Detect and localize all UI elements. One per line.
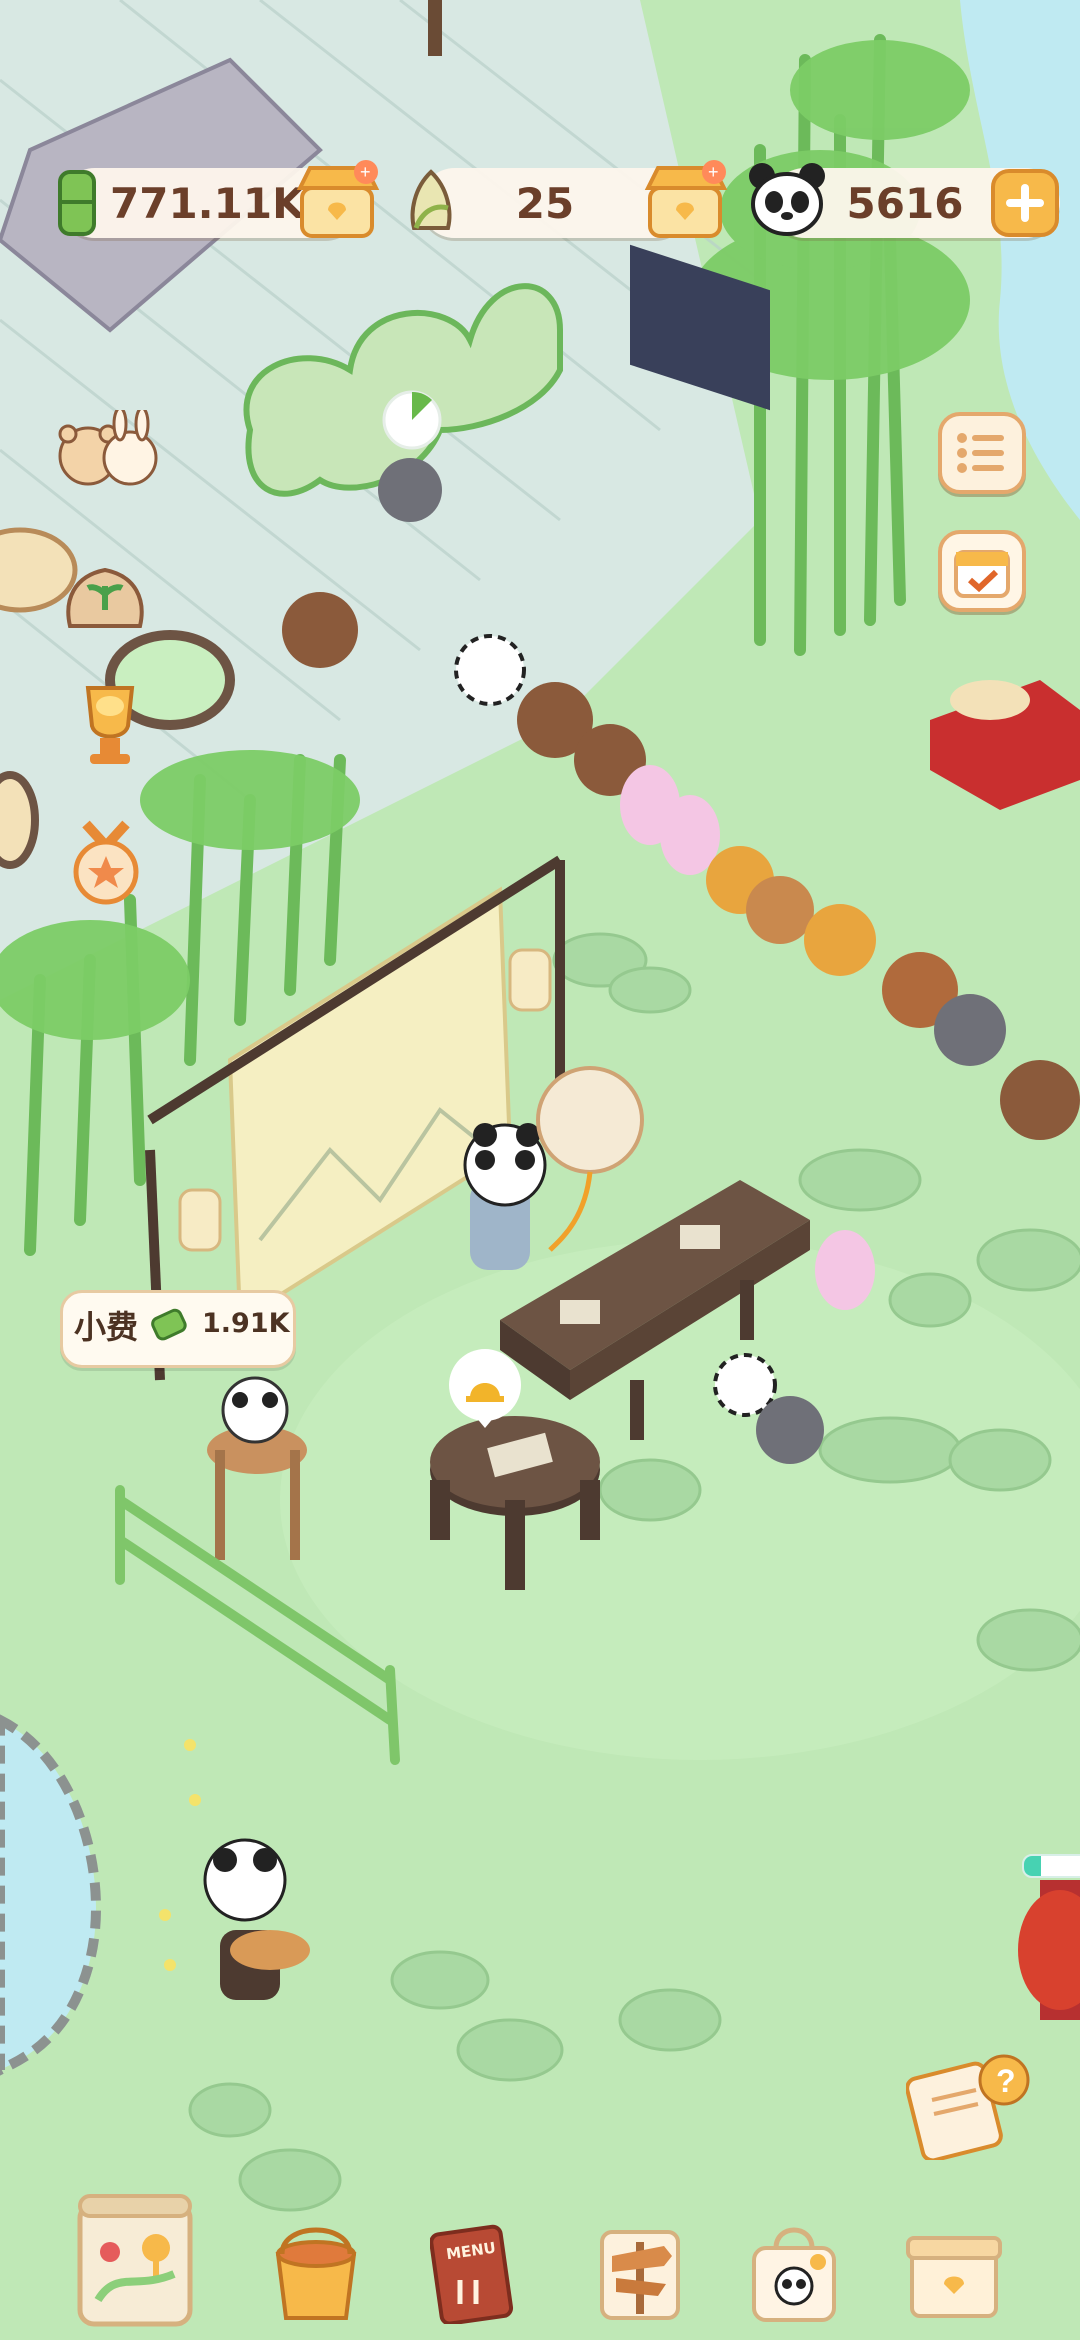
decorate-button[interactable] [268, 2214, 364, 2324]
signpost-icon [592, 2222, 688, 2332]
menu-book-icon [429, 2224, 514, 2328]
event-progress-fill [1024, 1856, 1042, 1876]
map-button[interactable] [76, 2190, 196, 2330]
task-list-button[interactable] [938, 412, 1026, 494]
paint-bucket-icon [268, 2214, 364, 2328]
bamboo-amount: 771.11K [110, 179, 305, 228]
bamboo-shoot-icon [404, 168, 458, 234]
bear-bunny-icon [50, 406, 165, 494]
panda-amount: 5616 [846, 179, 964, 228]
trophy-button[interactable] [60, 680, 160, 770]
seedling-button[interactable] [60, 540, 150, 630]
quest-button[interactable]: ? [905, 2050, 1032, 2163]
svg-text:+: + [708, 162, 719, 182]
medal-icon [68, 820, 144, 910]
bamboo-shop-button[interactable]: + [296, 158, 382, 242]
calendar-check-icon [952, 542, 1012, 604]
tip-amount: 1.91K [202, 1308, 290, 1339]
map-icon [76, 2190, 196, 2334]
storage-box-button[interactable] [904, 2224, 1004, 2324]
panda-bag-icon [746, 2218, 842, 2328]
bamboo-stalk-icon [48, 166, 106, 238]
shop-bag-button[interactable] [746, 2218, 842, 2324]
daily-checkin-button[interactable] [938, 530, 1026, 612]
event-progress-bar [1022, 1854, 1080, 1878]
bamboo-stalk-icon [148, 1308, 188, 1346]
plus-icon [990, 168, 1060, 242]
trophy-icon [60, 680, 160, 774]
tip-label: 小费 [74, 1308, 139, 1346]
panda-face-icon [746, 160, 828, 238]
shop-stall-icon: + [644, 158, 730, 246]
signpost-button[interactable] [592, 2222, 688, 2328]
friends-button[interactable] [50, 406, 165, 490]
seedling-bag-icon [60, 540, 150, 634]
list-menu-icon [952, 426, 1012, 484]
shoot-amount: 25 [515, 179, 575, 228]
question-note-icon: ? [905, 2050, 1032, 2164]
add-currency-button[interactable] [990, 168, 1060, 238]
svg-text:?: ? [996, 2063, 1016, 2099]
shop-stall-icon: + [296, 158, 382, 246]
medal-button[interactable] [68, 820, 144, 906]
game-scene[interactable] [0, 0, 1080, 2340]
recipe-menu-button[interactable]: MENU [429, 2224, 514, 2326]
svg-text:+: + [360, 162, 371, 182]
storage-box-icon [904, 2224, 1004, 2328]
shoot-shop-button[interactable]: + [644, 158, 730, 242]
